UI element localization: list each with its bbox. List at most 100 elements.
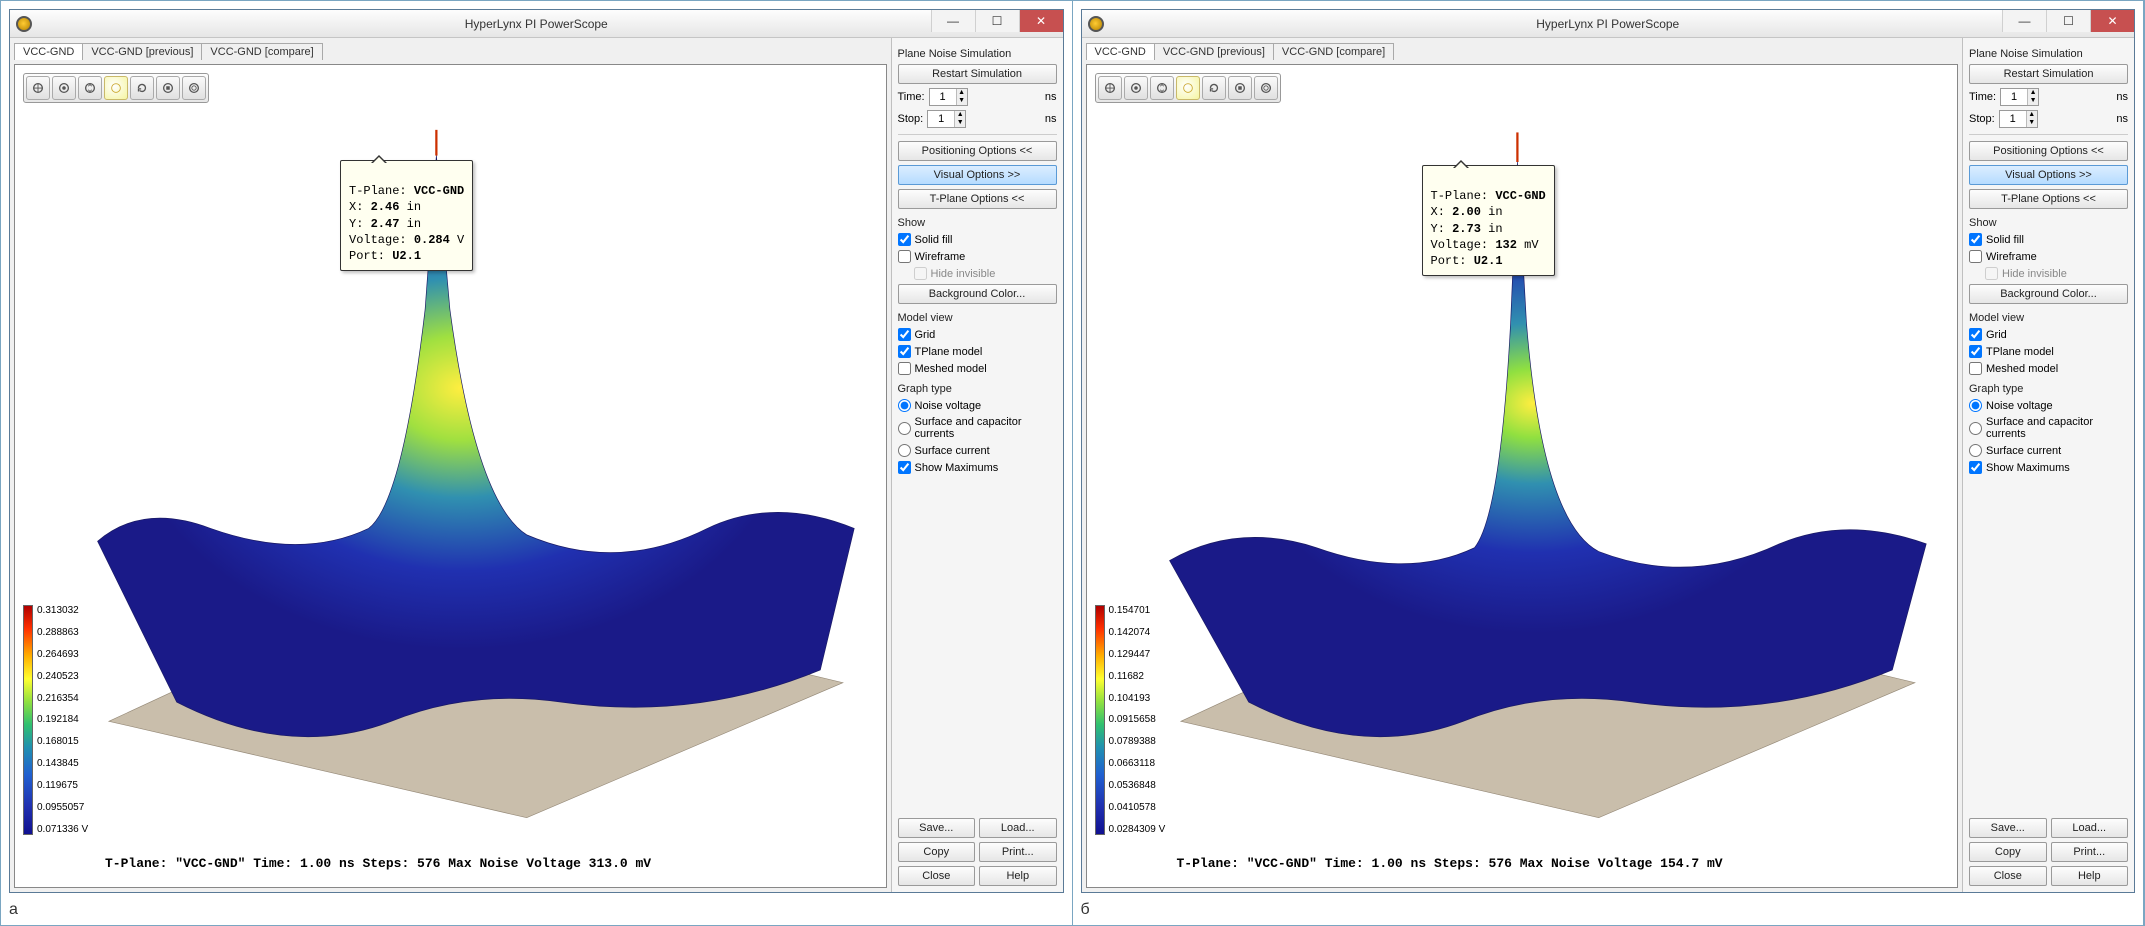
background-color-button[interactable]: Background Color... [898, 284, 1057, 304]
show-maximums-checkbox[interactable]: Show Maximums [1969, 461, 2128, 474]
color-legend: 0.313032 0.288863 0.264693 0.240523 0.21… [23, 605, 88, 835]
tooltip-tplane-label: T-Plane: [1431, 189, 1489, 203]
tab-strip: VCC-GND VCC-GND [previous] VCC-GND [comp… [10, 38, 891, 60]
surface-current-radio[interactable]: Surface current [898, 444, 1057, 457]
close-button[interactable]: ✕ [1019, 10, 1063, 32]
tooltip-y-unit: in [407, 217, 421, 231]
positioning-options-button[interactable]: Positioning Options << [1969, 141, 2128, 161]
zoom-extents-icon[interactable] [52, 76, 76, 100]
noise-voltage-radio[interactable]: Noise voltage [1969, 399, 2128, 412]
stop-input[interactable] [928, 113, 954, 125]
tab-vcc-gnd-compare[interactable]: VCC-GND [compare] [201, 43, 322, 60]
tab-vcc-gnd-compare[interactable]: VCC-GND [compare] [1273, 43, 1394, 60]
time-input[interactable] [2001, 91, 2027, 103]
grid-checkbox[interactable]: Grid [898, 328, 1057, 341]
time-spinner[interactable]: ▲▼ [2000, 88, 2039, 106]
3d-viewport[interactable]: T-Plane: VCC-GND X: 2.46 in Y: 2.47 in V… [14, 64, 887, 888]
legend-labels: 0.313032 0.288863 0.264693 0.240523 0.21… [33, 605, 88, 835]
restart-simulation-button[interactable]: Restart Simulation [898, 64, 1057, 84]
show-group-label: Show [1969, 217, 2128, 229]
save-button[interactable]: Save... [898, 818, 976, 838]
spotlight-icon[interactable] [104, 76, 128, 100]
reset-icon[interactable] [1202, 76, 1226, 100]
load-button[interactable]: Load... [979, 818, 1057, 838]
help-button[interactable]: Help [979, 866, 1057, 886]
time-label: Time: [1969, 91, 1996, 103]
tab-vcc-gnd[interactable]: VCC-GND [14, 43, 83, 60]
solid-fill-checkbox[interactable]: Solid fill [898, 233, 1057, 246]
tab-strip: VCC-GND VCC-GND [previous] VCC-GND [comp… [1082, 38, 1963, 60]
copy-button[interactable]: Copy [898, 842, 976, 862]
stop-spinner[interactable]: ▲▼ [927, 110, 966, 128]
tab-vcc-gnd[interactable]: VCC-GND [1086, 43, 1155, 60]
spotlight-icon[interactable] [1176, 76, 1200, 100]
minimize-button[interactable]: — [2002, 10, 2046, 32]
surface-capacitor-radio[interactable]: Surface and capacitor currents [1969, 416, 2128, 440]
close-dialog-button[interactable]: Close [898, 866, 976, 886]
view-all-icon[interactable] [1254, 76, 1278, 100]
hide-invisible-checkbox: Hide invisible [1985, 267, 2128, 280]
wireframe-checkbox[interactable]: Wireframe [1969, 250, 2128, 263]
time-spinner[interactable]: ▲▼ [929, 88, 968, 106]
positioning-options-button[interactable]: Positioning Options << [898, 141, 1057, 161]
stop-label: Stop: [1969, 113, 1995, 125]
maximize-button[interactable]: ☐ [2046, 10, 2090, 32]
help-button[interactable]: Help [2051, 866, 2129, 886]
reset-icon[interactable] [130, 76, 154, 100]
meshed-model-checkbox[interactable]: Meshed model [898, 362, 1057, 375]
model-view-label: Model view [898, 312, 1057, 324]
data-tooltip: T-Plane: VCC-GND X: 2.46 in Y: 2.47 in V… [340, 160, 473, 271]
stop-icon[interactable] [1228, 76, 1252, 100]
zoom-extents-icon[interactable] [1124, 76, 1148, 100]
visual-options-button[interactable]: Visual Options >> [898, 165, 1057, 185]
tab-vcc-gnd-previous[interactable]: VCC-GND [previous] [1154, 43, 1274, 60]
maximize-button[interactable]: ☐ [975, 10, 1019, 32]
orbit-icon[interactable] [26, 76, 50, 100]
wireframe-checkbox[interactable]: Wireframe [898, 250, 1057, 263]
visual-options-button[interactable]: Visual Options >> [1969, 165, 2128, 185]
load-button[interactable]: Load... [2051, 818, 2129, 838]
tab-vcc-gnd-previous[interactable]: VCC-GND [previous] [82, 43, 202, 60]
copy-button[interactable]: Copy [1969, 842, 2047, 862]
stop-input[interactable] [2000, 113, 2026, 125]
close-button[interactable]: ✕ [2090, 10, 2134, 32]
pan-icon[interactable] [78, 76, 102, 100]
stop-spinner[interactable]: ▲▼ [1999, 110, 2038, 128]
tplane-model-checkbox[interactable]: TPlane model [1969, 345, 2128, 358]
status-line: T-Plane: "VCC-GND" Time: 1.00 ns Steps: … [105, 856, 651, 871]
orbit-icon[interactable] [1098, 76, 1122, 100]
restart-simulation-button[interactable]: Restart Simulation [1969, 64, 2128, 84]
save-button[interactable]: Save... [1969, 818, 2047, 838]
tooltip-y-label: Y: [1431, 222, 1445, 236]
titlebar[interactable]: HyperLynx PI PowerScope — ☐ ✕ [10, 10, 1063, 38]
surface-current-radio[interactable]: Surface current [1969, 444, 2128, 457]
tooltip-v-unit: V [457, 233, 464, 247]
tplane-model-checkbox[interactable]: TPlane model [898, 345, 1057, 358]
3d-viewport[interactable]: T-Plane: VCC-GND X: 2.00 in Y: 2.73 in V… [1086, 64, 1959, 888]
stop-label: Stop: [898, 113, 924, 125]
show-maximums-checkbox[interactable]: Show Maximums [898, 461, 1057, 474]
pan-icon[interactable] [1150, 76, 1174, 100]
status-line: T-Plane: "VCC-GND" Time: 1.00 ns Steps: … [1177, 856, 1723, 871]
time-input[interactable] [930, 91, 956, 103]
tooltip-x-value: 2.00 [1452, 205, 1481, 219]
meshed-model-checkbox[interactable]: Meshed model [1969, 362, 2128, 375]
close-dialog-button[interactable]: Close [1969, 866, 2047, 886]
surface-capacitor-radio[interactable]: Surface and capacitor currents [898, 416, 1057, 440]
legend-bar [1095, 605, 1105, 835]
tplane-options-button[interactable]: T-Plane Options << [1969, 189, 2128, 209]
solid-fill-checkbox[interactable]: Solid fill [1969, 233, 2128, 246]
view-all-icon[interactable] [182, 76, 206, 100]
print-button[interactable]: Print... [979, 842, 1057, 862]
tplane-options-button[interactable]: T-Plane Options << [898, 189, 1057, 209]
titlebar[interactable]: HyperLynx PI PowerScope — ☐ ✕ [1082, 10, 2135, 38]
grid-checkbox[interactable]: Grid [1969, 328, 2128, 341]
time-unit: ns [1045, 91, 1057, 103]
stop-icon[interactable] [156, 76, 180, 100]
background-color-button[interactable]: Background Color... [1969, 284, 2128, 304]
noise-voltage-radio[interactable]: Noise voltage [898, 399, 1057, 412]
tooltip-y-label: Y: [349, 217, 363, 231]
tooltip-v-unit: mV [1524, 238, 1538, 252]
print-button[interactable]: Print... [2051, 842, 2129, 862]
minimize-button[interactable]: — [931, 10, 975, 32]
